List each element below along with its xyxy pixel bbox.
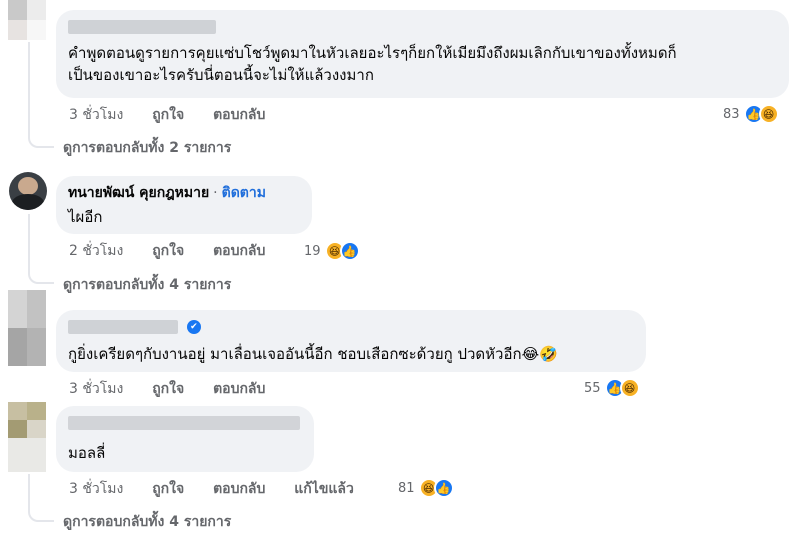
comment-bubble: ✔ กูยิ่งเครียดๆกับงานอยู่ มาเลื่อนเจออัน… xyxy=(56,310,646,372)
comment-actions: 3 ชั่วโมง ถูกใจ ตอบกลับ xyxy=(69,380,289,398)
timestamp[interactable]: 2 ชั่วโมง xyxy=(69,243,123,259)
like-button[interactable]: ถูกใจ xyxy=(152,481,184,497)
view-replies-link[interactable]: ดูการตอบกลับทั้ง 4 รายการ xyxy=(63,512,231,532)
reaction-summary[interactable]: 83 👍 😆 xyxy=(723,103,779,125)
like-button[interactable]: ถูกใจ xyxy=(152,107,184,123)
comment-bubble: ทนายพัฒน์ คุยกฎหมาย · ติดตาม ไผอีก xyxy=(56,176,312,234)
like-button[interactable]: ถูกใจ xyxy=(152,381,184,397)
reaction-count: 55 xyxy=(584,380,601,396)
thread-connector xyxy=(28,474,54,522)
comment-text: คำพูดตอนดูรายการคุยแซ่บโชว์พูดมาในหัวเลย… xyxy=(68,44,677,62)
verified-badge-icon: ✔ xyxy=(186,320,201,334)
comment-text: มอลลี่ xyxy=(68,444,106,462)
comment-bubble: คำพูดตอนดูรายการคุยแซ่บโชว์พูดมาในหัวเลย… xyxy=(56,10,789,98)
comment-header: ✔ xyxy=(68,318,634,336)
reaction-count: 81 xyxy=(398,480,415,496)
reply-button[interactable]: ตอบกลับ xyxy=(213,481,265,497)
separator-dot: · xyxy=(213,185,218,201)
timestamp[interactable]: 3 ชั่วโมง xyxy=(69,381,123,397)
reaction-count: 83 xyxy=(723,106,740,122)
reply-button[interactable]: ตอบกลับ xyxy=(213,243,265,259)
comment-text: เป็นของเขาอะไรครับนี่ตอนนี้จะไม่ให้แล้วง… xyxy=(68,66,374,84)
reply-button[interactable]: ตอบกลับ xyxy=(213,107,265,123)
reaction-summary[interactable]: 55 👍 😆 xyxy=(584,377,640,399)
comment-header: ทนายพัฒน์ คุยกฎหมาย · ติดตาม xyxy=(68,184,300,202)
follow-button[interactable]: ติดตาม xyxy=(222,185,266,201)
commenter-name-redacted[interactable] xyxy=(68,416,300,430)
edited-label[interactable]: แก้ไขแล้ว xyxy=(294,481,354,497)
timestamp[interactable]: 3 ชั่วโมง xyxy=(69,481,123,497)
reply-button[interactable]: ตอบกลับ xyxy=(213,381,265,397)
commenter-name-redacted[interactable] xyxy=(68,320,178,334)
comment-actions: 2 ชั่วโมง ถูกใจ ตอบกลับ xyxy=(69,242,289,260)
avatar[interactable] xyxy=(8,0,46,40)
thread-connector xyxy=(28,42,54,148)
view-replies-link[interactable]: ดูการตอบกลับทั้ง 2 รายการ xyxy=(63,138,231,158)
haha-reaction-icon: 😆 xyxy=(758,104,779,124)
comment-bubble: มอลลี่ xyxy=(56,406,314,472)
comment-actions: 3 ชั่วโมง ถูกใจ ตอบกลับ xyxy=(69,106,289,124)
like-reaction-icon: 👍 xyxy=(339,241,360,261)
avatar[interactable] xyxy=(9,172,47,210)
reaction-summary[interactable]: 81 😆 👍 xyxy=(398,477,454,499)
avatar[interactable] xyxy=(8,402,46,472)
comment-header xyxy=(68,414,302,432)
commenter-name[interactable]: ทนายพัฒน์ คุยกฎหมาย xyxy=(68,185,209,201)
haha-reaction-icon: 😆 xyxy=(619,378,640,398)
view-replies-link[interactable]: ดูการตอบกลับทั้ง 4 รายการ xyxy=(63,275,231,295)
commenter-name-redacted[interactable] xyxy=(68,18,777,36)
reaction-count: 19 xyxy=(304,243,321,259)
reaction-summary[interactable]: 19 😆 👍 xyxy=(304,240,360,262)
thread-connector xyxy=(28,214,54,284)
like-reaction-icon: 👍 xyxy=(433,478,454,498)
comment-text: ไผอีก xyxy=(68,208,103,226)
avatar[interactable] xyxy=(8,290,46,366)
like-button[interactable]: ถูกใจ xyxy=(152,243,184,259)
comment-actions: 3 ชั่วโมง ถูกใจ ตอบกลับ แก้ไขแล้ว xyxy=(69,480,378,498)
comment-text: กูยิ่งเครียดๆกับงานอยู่ มาเลื่อนเจออันนี… xyxy=(68,345,558,363)
timestamp[interactable]: 3 ชั่วโมง xyxy=(69,107,123,123)
